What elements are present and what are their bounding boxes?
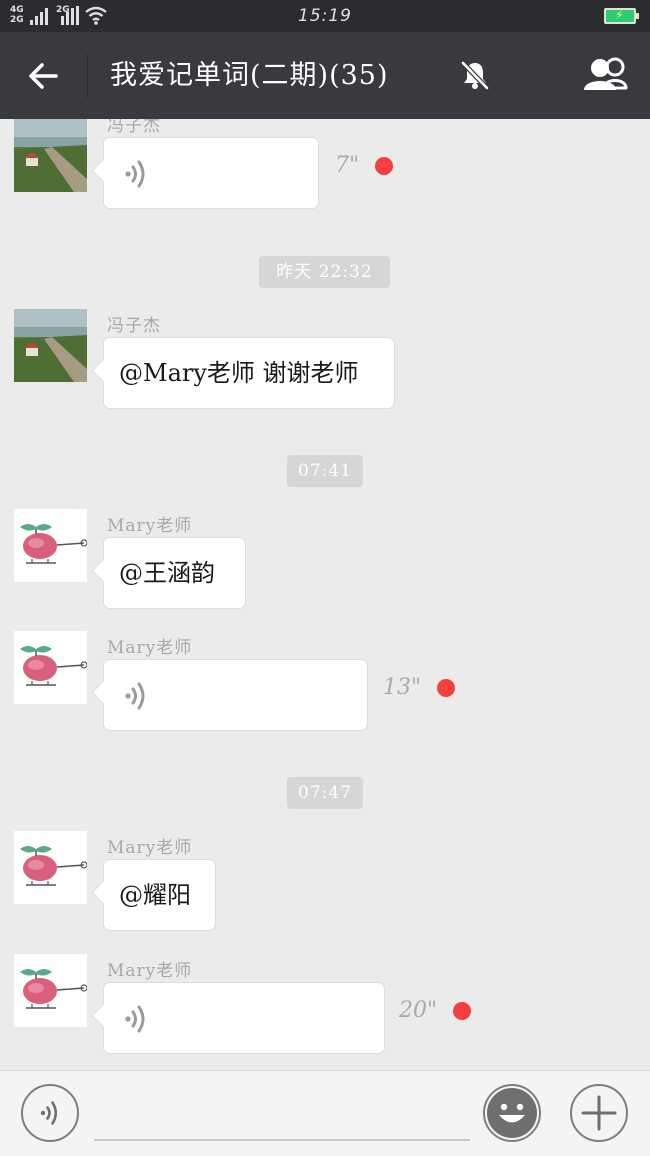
header-divider	[87, 54, 88, 98]
landscape-avatar-icon	[14, 119, 87, 192]
plus-icon	[581, 1095, 617, 1131]
message-text: @耀阳	[119, 881, 191, 909]
group-members-icon	[584, 57, 628, 90]
charging-bolt-icon: ⚡	[615, 8, 624, 22]
timestamp: 07:41	[287, 455, 363, 487]
back-button[interactable]	[22, 54, 66, 98]
group-members-button[interactable]	[580, 54, 632, 98]
battery-icon: ⚡	[604, 8, 639, 24]
voice-bubble[interactable]	[103, 137, 319, 209]
helicopter-avatar-icon	[14, 631, 87, 704]
message-input[interactable]	[94, 1087, 470, 1141]
text-bubble[interactable]: @王涵韵	[103, 537, 246, 609]
text-bubble[interactable]: @耀阳	[103, 859, 216, 931]
helicopter-avatar-icon	[14, 509, 87, 582]
chat-header: 我爱记单词(二期)(35)	[0, 32, 650, 119]
avatar[interactable]	[14, 309, 87, 382]
voice-wave-icon	[125, 1005, 145, 1033]
arrow-left-icon	[29, 63, 58, 89]
text-message: Mary老师 @王涵韵	[0, 509, 650, 619]
timestamp: 07:47	[287, 777, 363, 809]
voice-wave-icon	[125, 682, 145, 710]
input-bar	[0, 1070, 650, 1156]
voice-message: Mary老师 13"	[0, 631, 650, 741]
sender-name: 冯子杰	[107, 316, 161, 336]
avatar[interactable]	[14, 831, 87, 904]
bell-off-icon	[461, 61, 489, 90]
sender-name: Mary老师	[107, 838, 193, 858]
message-list[interactable]: 冯子杰 7" 昨天 22:32 冯子杰 @Mary老师 谢谢老师 07:41 M…	[0, 119, 650, 1070]
chat-title: 我爱记单词(二期)(35)	[110, 60, 389, 91]
clock: 15:19	[298, 6, 352, 26]
text-message: Mary老师 @耀阳	[0, 831, 650, 941]
voice-message: Mary老师 20"	[0, 954, 650, 1064]
landscape-avatar-icon	[14, 309, 87, 382]
smiley-icon	[487, 1088, 537, 1138]
avatar[interactable]	[14, 509, 87, 582]
message-text: @Mary老师 谢谢老师	[119, 359, 359, 387]
voice-duration: 13"	[383, 675, 422, 700]
voice-wave-icon	[125, 160, 145, 188]
avatar[interactable]	[14, 119, 87, 192]
text-message: 冯子杰 @Mary老师 谢谢老师	[0, 309, 650, 419]
voice-mode-button[interactable]	[21, 1084, 79, 1142]
helicopter-avatar-icon	[14, 831, 87, 904]
voice-duration: 7"	[335, 153, 360, 178]
unread-dot	[375, 157, 393, 175]
emoji-button[interactable]	[483, 1084, 541, 1142]
unread-dot	[453, 1002, 471, 1020]
timestamp: 昨天 22:32	[259, 256, 390, 288]
more-actions-button[interactable]	[570, 1084, 628, 1142]
voice-duration: 20"	[399, 998, 438, 1023]
status-bar: 4G 2G 2G 15:19 ⚡	[0, 0, 650, 32]
sender-name: Mary老师	[107, 961, 193, 981]
unread-dot	[437, 679, 455, 697]
helicopter-avatar-icon	[14, 954, 87, 1027]
voice-bubble[interactable]	[103, 982, 385, 1054]
voice-bubble[interactable]	[103, 659, 368, 731]
text-bubble[interactable]: @Mary老师 谢谢老师	[103, 337, 395, 409]
avatar[interactable]	[14, 954, 87, 1027]
voice-mode-icon	[40, 1101, 58, 1125]
sender-name: 冯子杰	[107, 119, 161, 136]
voice-message: 冯子杰 7"	[0, 119, 650, 219]
sender-name: Mary老师	[107, 516, 193, 536]
message-text: @王涵韵	[119, 559, 215, 587]
sender-name: Mary老师	[107, 638, 193, 658]
avatar[interactable]	[14, 631, 87, 704]
